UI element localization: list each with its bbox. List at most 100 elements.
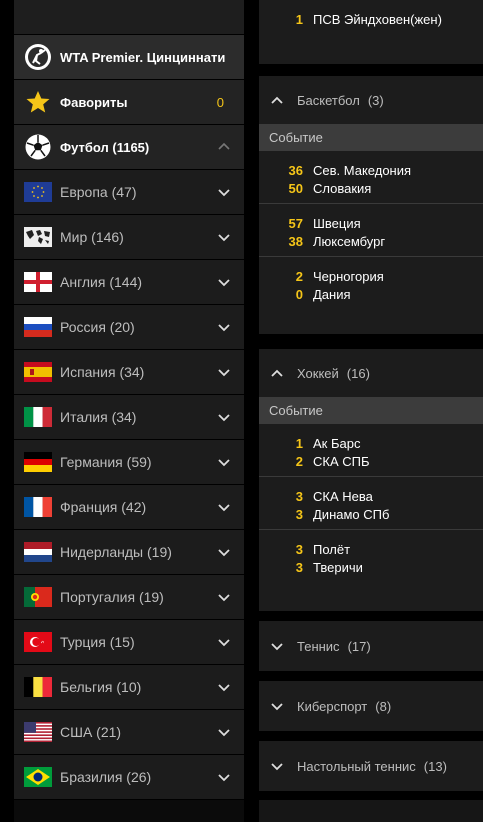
sidebar-item-label: Мир (146)	[60, 229, 124, 245]
chevron-down-icon[interactable]	[216, 229, 232, 245]
chevron-down-icon[interactable]	[216, 409, 232, 425]
belgium-flag-icon	[24, 677, 52, 697]
sidebar-item-label: Испания (34)	[60, 364, 145, 380]
sport-block-table-tennis[interactable]: Настольный теннис (13)	[259, 741, 483, 791]
events-panel: 1 ПСВ Эйндховен(жен) Баскетбол (3) Событ…	[259, 0, 483, 822]
tennis-player-icon	[25, 44, 51, 70]
team-name: ПСВ Эйндховен(жен)	[313, 11, 442, 27]
sidebar-item-football[interactable]: Футбол (1165)	[14, 125, 244, 170]
sidebar-item-belgium[interactable]: Бельгия (10)	[14, 665, 244, 710]
france-flag-icon	[24, 497, 52, 517]
sidebar-item-label: Франция (42)	[60, 499, 147, 515]
sidebar-item-label: Англия (144)	[60, 274, 143, 290]
sidebar-item-spain[interactable]: Испания (34)	[14, 350, 244, 395]
score: 50	[288, 180, 303, 196]
sidebar-item-label: Россия (20)	[60, 319, 135, 335]
match-item[interactable]: 57 Швеция 38 Люксембург	[259, 204, 483, 257]
portugal-flag-icon	[24, 587, 52, 607]
score: 3	[295, 541, 303, 557]
favorites-count: 0	[216, 94, 224, 110]
sidebar-item-brazil[interactable]: Бразилия (26)	[14, 755, 244, 800]
sport-header-hockey[interactable]: Хоккей (16)	[259, 349, 483, 397]
soccer-ball-icon	[25, 134, 51, 160]
match-row[interactable]: 1 ПСВ Эйндховен(жен)	[279, 10, 442, 28]
sport-header-basketball[interactable]: Баскетбол (3)	[259, 76, 483, 124]
england-flag-icon	[24, 272, 52, 292]
sport-name: Хоккей	[297, 365, 339, 381]
sport-block-esports[interactable]: Киберспорт (8)	[259, 681, 483, 731]
chevron-down-icon[interactable]	[216, 679, 232, 695]
chevron-down-icon[interactable]	[216, 769, 232, 785]
match-item[interactable]: 36 Сев. Македония 50 Словакия	[259, 151, 483, 204]
team-name: Сев. Македония	[313, 162, 412, 178]
sport-name: Баскетбол	[297, 92, 360, 108]
match-item[interactable]: 3 СКА Нева 3 Динамо СПб	[259, 477, 483, 530]
team-name: Тверичи	[313, 559, 363, 575]
column-header-event: Событие	[259, 124, 483, 151]
chevron-down-icon[interactable]	[216, 319, 232, 335]
sidebar-item-label: Германия (59)	[60, 454, 152, 470]
chevron-down-icon[interactable]	[216, 634, 232, 650]
sport-block-hockey: Хоккей (16) Событие 1 Ак Барс 2 СКА СПБ 3 С…	[259, 349, 483, 611]
score: 0	[295, 286, 303, 302]
chevron-down-icon	[271, 643, 283, 651]
team-name: Люксембург	[313, 233, 386, 249]
team-name: Полёт	[313, 541, 351, 557]
chevron-down-icon[interactable]	[216, 184, 232, 200]
sport-count: (16)	[346, 365, 370, 381]
chevron-up-icon[interactable]	[216, 139, 232, 155]
match-item[interactable]: 2 Черногория 0 Дания	[259, 257, 483, 309]
team-name: СКА СПБ	[313, 453, 370, 469]
sidebar-item-england[interactable]: Англия (144)	[14, 260, 244, 305]
chevron-down-icon[interactable]	[216, 724, 232, 740]
sidebar-item-label: Фавориты	[60, 94, 128, 110]
column-header-event: Событие	[259, 397, 483, 424]
bottom-strip	[259, 800, 483, 822]
score: 3	[295, 559, 303, 575]
sidebar: WTA Premier. Цинциннати Фавориты 0 Футбо…	[14, 0, 244, 822]
sidebar-item-label: Турция (15)	[60, 634, 135, 650]
chevron-down-icon[interactable]	[216, 364, 232, 380]
sport-name: Теннис	[297, 638, 340, 654]
sport-name: Киберспорт	[297, 698, 368, 714]
sidebar-item-wta[interactable]: WTA Premier. Цинциннати	[14, 35, 244, 80]
sidebar-item-netherlands[interactable]: Нидерланды (19)	[14, 530, 244, 575]
sidebar-item-europe[interactable]: Европа (47)	[14, 170, 244, 215]
netherlands-flag-icon	[24, 542, 52, 562]
team-name: Словакия	[313, 180, 372, 196]
score: 2	[295, 268, 303, 284]
sidebar-top-strip	[14, 0, 244, 35]
sidebar-item-world[interactable]: Мир (146)	[14, 215, 244, 260]
sidebar-item-usa[interactable]: США (21)	[14, 710, 244, 755]
chevron-down-icon[interactable]	[216, 589, 232, 605]
match-item[interactable]: 1 Ак Барс 2 СКА СПБ	[259, 424, 483, 477]
score: 36	[288, 162, 303, 178]
chevron-up-icon	[271, 369, 283, 377]
sidebar-item-italy[interactable]: Италия (34)	[14, 395, 244, 440]
star-icon	[26, 91, 50, 113]
chevron-down-icon[interactable]	[216, 544, 232, 560]
sidebar-item-label: Европа (47)	[60, 184, 137, 200]
sidebar-item-label: Футбол (1165)	[60, 139, 150, 155]
score: 1	[295, 435, 303, 451]
match-item[interactable]: 3 Полёт 3 Тверичи	[259, 530, 483, 582]
chevron-down-icon[interactable]	[216, 499, 232, 515]
sport-name: Настольный теннис	[297, 758, 416, 774]
sidebar-item-label: Португалия (19)	[60, 589, 164, 605]
score: 57	[288, 215, 303, 231]
chevron-down-icon[interactable]	[216, 454, 232, 470]
usa-flag-icon	[24, 722, 52, 742]
sidebar-item-germany[interactable]: Германия (59)	[14, 440, 244, 485]
sport-count: (3)	[367, 92, 384, 108]
score: 3	[295, 488, 303, 504]
chevron-down-icon[interactable]	[216, 274, 232, 290]
sidebar-item-russia[interactable]: Россия (20)	[14, 305, 244, 350]
germany-flag-icon	[24, 452, 52, 472]
sidebar-item-turkey[interactable]: Турция (15)	[14, 620, 244, 665]
sidebar-item-favorites[interactable]: Фавориты 0	[14, 80, 244, 125]
world-map-icon	[24, 227, 52, 247]
team-name: Динамо СПб	[313, 506, 390, 522]
sport-block-tennis[interactable]: Теннис (17)	[259, 621, 483, 671]
sidebar-item-portugal[interactable]: Португалия (19)	[14, 575, 244, 620]
sidebar-item-france[interactable]: Франция (42)	[14, 485, 244, 530]
